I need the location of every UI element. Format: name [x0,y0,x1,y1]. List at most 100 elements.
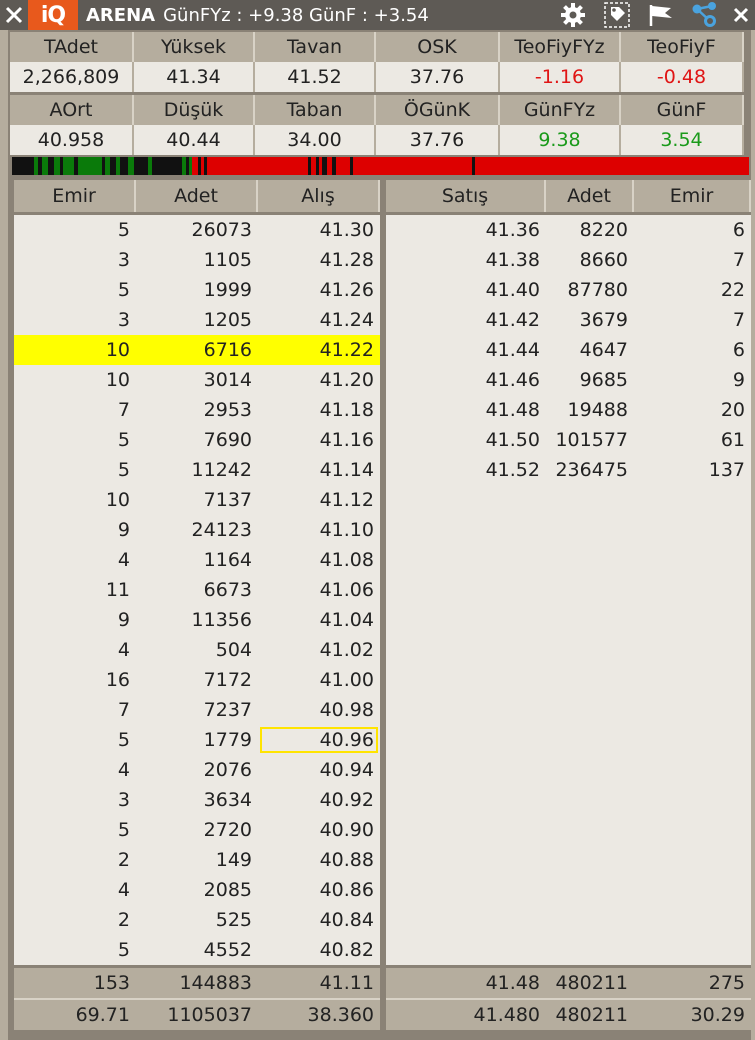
bid-price: 41.00 [319,669,374,691]
bid-row[interactable]: 5 4552 40.82 [14,935,380,965]
stat-header: Taban [255,95,376,125]
bid-row[interactable]: 7 7237 40.98 [14,695,380,725]
bid-row[interactable]: 5 11242 41.14 [14,455,380,485]
stat-value-yuksek: 41.34 [134,62,255,92]
bid-quantity: 2076 [203,759,252,781]
flag-icon[interactable] [639,0,683,30]
column-header-emir[interactable]: Emir [634,180,751,212]
ask-row[interactable]: 41.50 101577 61 [386,425,751,455]
ask-totals-row: 41.48 480211 275 [386,968,751,998]
bid-price: 40.92 [319,789,374,811]
bid-price: 41.04 [319,609,374,631]
ask-row[interactable]: 41.46 9685 9 [386,365,751,395]
ask-orders: 20 [720,399,745,421]
bid-orders: 4 [117,549,130,571]
bid-quantity: 3014 [203,369,252,391]
bid-row[interactable]: 3 3634 40.92 [14,785,380,815]
close-icon[interactable] [727,0,755,30]
bid-quantity: 525 [215,909,252,931]
ask-price: 41.50 [485,429,540,451]
bid-row[interactable]: 4 2085 40.86 [14,875,380,905]
bid-row[interactable]: 10 7137 41.12 [14,485,380,515]
stat-value-gunfyz: 9.38 [500,125,621,155]
bid-price: 41.30 [319,219,374,241]
bid-row-selected[interactable]: 5 1779 40.96 [14,725,380,755]
stat-value-tavan: 41.52 [255,62,376,92]
bid-price: 41.20 [319,369,374,391]
ask-quantity: 87780 [567,279,628,301]
bid-quantity: 2085 [203,879,252,901]
bid-row[interactable]: 4 1164 41.08 [14,545,380,575]
bid-orders: 5 [117,819,130,841]
bid-orders: 10 [105,369,130,391]
bid-orders: 10 [105,339,130,361]
bid-price: 41.28 [319,249,374,271]
bid-price: 40.84 [319,909,374,931]
bid-orders: 7 [117,699,130,721]
bid-averages-row: 69.71 1105037 38.360 [14,1000,380,1030]
bid-row[interactable]: 2 525 40.84 [14,905,380,935]
column-header-alis[interactable]: Alış [258,180,380,212]
bid-row[interactable]: 2 149 40.88 [14,845,380,875]
bid-row[interactable]: 3 1105 41.28 [14,245,380,275]
bid-orders: 10 [105,489,130,511]
bid-row[interactable]: 16 7172 41.00 [14,665,380,695]
bid-orders: 9 [117,609,130,631]
ask-orders: 6 [732,219,745,241]
ask-quantity: 8220 [579,219,628,241]
bid-orders: 3 [117,249,130,271]
column-header-emir[interactable]: Emir [14,180,136,212]
bid-price: 41.10 [319,519,374,541]
bid-row[interactable]: 5 7690 41.16 [14,425,380,455]
bid-price: 40.88 [319,849,374,871]
stat-header: GünFYz [500,95,621,125]
tag-icon[interactable] [595,0,639,30]
bid-orders: 2 [117,849,130,871]
bid-orders: 5 [117,429,130,451]
bid-row[interactable]: 5 1999 41.26 [14,275,380,305]
ask-price: 41.38 [485,249,540,271]
ask-price: 41.46 [485,369,540,391]
share-icon[interactable] [683,0,727,30]
bid-row[interactable]: 4 504 41.02 [14,635,380,665]
stat-header: AOrt [10,95,134,125]
bid-price: 40.82 [319,939,374,961]
bid-totals-row: 153 144883 41.11 [14,968,380,998]
close-icon[interactable] [0,0,28,30]
stat-value-tadet: 2,266,809 [10,62,134,92]
bid-orders: 7 [117,399,130,421]
window-frame-right [751,30,755,1040]
gear-icon[interactable] [551,0,595,30]
bid-row[interactable]: 11 6673 41.06 [14,575,380,605]
bid-row[interactable]: 4 2076 40.94 [14,755,380,785]
ask-row[interactable]: 41.38 8660 7 [386,245,751,275]
column-header-adet[interactable]: Adet [546,180,634,212]
bid-orders: 16 [105,669,130,691]
bid-row[interactable]: 3 1205 41.24 [14,305,380,335]
bid-orders: 4 [117,879,130,901]
symbol-name: ARENA [86,4,156,26]
stat-value-taban: 34.00 [255,125,376,155]
bid-quantity: 1999 [203,279,252,301]
bid-row[interactable]: 9 11356 41.04 [14,605,380,635]
bid-orders: 11 [105,579,130,601]
bid-quantity: 1105 [203,249,252,271]
bid-row[interactable]: 7 2953 41.18 [14,395,380,425]
stat-header: TeoFiyFYz [500,32,621,62]
bid-avg-quantity: 1105037 [167,1004,252,1026]
column-header-adet[interactable]: Adet [136,180,258,212]
ask-row[interactable]: 41.36 8220 6 [386,215,751,245]
ask-row[interactable]: 41.48 19488 20 [386,395,751,425]
bid-row[interactable]: 9 24123 41.10 [14,515,380,545]
bid-row[interactable]: 5 2720 40.90 [14,815,380,845]
ask-row[interactable]: 41.44 4647 6 [386,335,751,365]
bid-avg-price: 38.360 [307,1004,374,1026]
bid-row[interactable]: 5 26073 41.30 [14,215,380,245]
ask-row[interactable]: 41.52 236475 137 [386,455,751,485]
column-header-satis[interactable]: Satış [386,180,546,212]
ask-row[interactable]: 41.42 3679 7 [386,305,751,335]
bid-row-highlighted[interactable]: 10 6716 41.22 [14,335,380,365]
bid-row[interactable]: 10 3014 41.20 [14,365,380,395]
ask-row[interactable]: 41.40 87780 22 [386,275,751,305]
ask-total-price: 41.48 [485,972,540,994]
